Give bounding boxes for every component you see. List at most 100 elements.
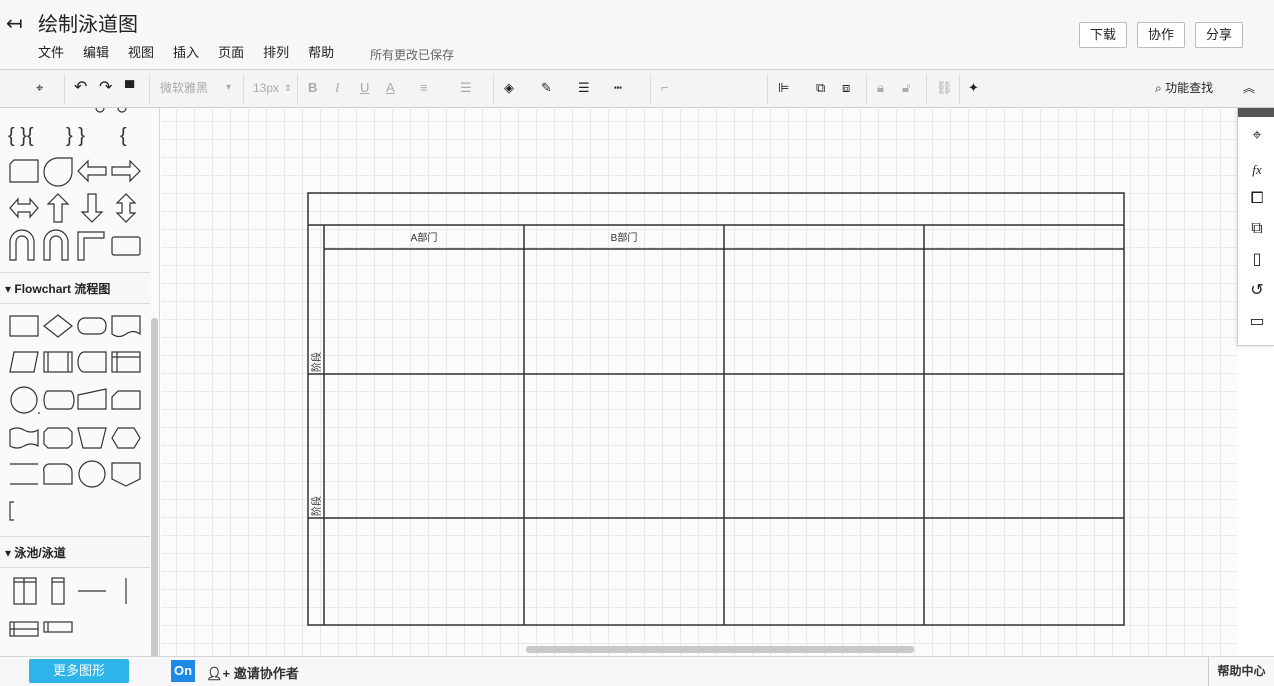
stepper-icon[interactable]: ⇕ bbox=[284, 78, 292, 98]
double-arrow-shape[interactable] bbox=[9, 197, 39, 219]
help-center-button[interactable]: 帮助中心 bbox=[1208, 656, 1274, 686]
sidebar-scrollbar[interactable] bbox=[151, 318, 158, 656]
on-badge[interactable]: On bbox=[171, 660, 195, 682]
swimlane-section-title: 泳池/泳道 bbox=[14, 546, 66, 560]
search-icon: ⌕ bbox=[1155, 81, 1162, 95]
underline-button[interactable]: U bbox=[360, 78, 369, 98]
pages-icon[interactable]: ⧉ bbox=[1246, 218, 1268, 240]
align-icon[interactable]: ≡ bbox=[420, 78, 428, 98]
undo-icon[interactable]: ↶ bbox=[74, 78, 87, 98]
link-icon[interactable]: ⛓︎ bbox=[936, 78, 953, 98]
data-shape[interactable] bbox=[9, 351, 39, 373]
flowchart-section-header[interactable]: ▾ Flowchart 流程图 bbox=[0, 272, 150, 304]
pool-lines bbox=[14, 578, 36, 604]
comment-icon[interactable]: ▭ bbox=[1246, 311, 1268, 333]
more-shapes-button[interactable]: 更多图形 bbox=[29, 659, 129, 683]
process-shape[interactable] bbox=[9, 315, 39, 337]
menu-page[interactable]: 页面 bbox=[218, 45, 244, 61]
format-painter-icon[interactable]: ▀ bbox=[125, 78, 134, 98]
invite-collaborator[interactable]: 👤︎+ 邀请协作者 bbox=[206, 663, 299, 682]
brace-shape[interactable]: { bbox=[120, 125, 127, 147]
left-arrow-shape[interactable] bbox=[77, 159, 107, 183]
connector-icon[interactable]: ⌐ bbox=[661, 78, 669, 98]
circle-shape[interactable] bbox=[78, 460, 106, 488]
manual-input-shape[interactable] bbox=[77, 388, 107, 410]
toolbar-divider bbox=[493, 74, 494, 104]
line-color-icon[interactable]: ✎ bbox=[541, 78, 552, 98]
italic-button[interactable]: I bbox=[335, 78, 339, 98]
canvas-horizontal-scrollbar[interactable] bbox=[526, 646, 914, 653]
font-size-select[interactable]: 13px bbox=[253, 78, 279, 98]
file-icon[interactable]: ▯ bbox=[1246, 249, 1268, 271]
bring-front-icon[interactable]: ⧉ bbox=[816, 78, 825, 98]
direct-data-shape[interactable] bbox=[43, 390, 75, 410]
formula-icon[interactable]: fx bbox=[1246, 159, 1268, 181]
share-button[interactable]: 分享 bbox=[1195, 22, 1243, 48]
page-size-icon[interactable]: ⧠ bbox=[1246, 188, 1268, 210]
menu-file[interactable]: 文件 bbox=[38, 45, 64, 61]
brace-shape[interactable]: } } bbox=[66, 125, 85, 147]
history-icon[interactable]: ↺ bbox=[1246, 280, 1268, 302]
right-arrow-shape[interactable] bbox=[111, 159, 141, 183]
download-button[interactable]: 下载 bbox=[1079, 22, 1127, 48]
collapse-toolbar-icon[interactable]: ︽ bbox=[1243, 78, 1255, 98]
card-shape[interactable] bbox=[111, 390, 141, 410]
annotation-lines-shape[interactable] bbox=[10, 463, 38, 485]
menu-help[interactable]: 帮助 bbox=[308, 45, 334, 61]
internal-storage-shape[interactable] bbox=[111, 351, 141, 373]
u-turn-shape[interactable] bbox=[9, 229, 35, 261]
updown-arrow-shape[interactable] bbox=[115, 193, 137, 223]
send-back-icon[interactable]: ⧈ bbox=[842, 78, 850, 98]
decision-shape[interactable] bbox=[43, 314, 73, 338]
manual-operation-shape[interactable] bbox=[77, 427, 107, 449]
brace-shape[interactable]: { }{ bbox=[8, 125, 34, 147]
card-shape[interactable] bbox=[9, 159, 39, 183]
stored-data-shape[interactable] bbox=[77, 351, 107, 373]
line-width-icon[interactable]: ☰ bbox=[578, 78, 590, 98]
menu-edit[interactable]: 编辑 bbox=[83, 45, 109, 61]
terminator-shape[interactable] bbox=[77, 317, 107, 335]
line-style-icon[interactable]: ┅ bbox=[614, 78, 622, 98]
u-turn-shape[interactable] bbox=[43, 229, 69, 261]
menu-arrange[interactable]: 排列 bbox=[263, 45, 289, 61]
chevron-down-icon: ▾ bbox=[226, 82, 232, 93]
down-arrow-shape[interactable] bbox=[80, 193, 104, 223]
toolbar-divider bbox=[926, 74, 927, 104]
menu-insert[interactable]: 插入 bbox=[173, 45, 199, 61]
corner-shape[interactable] bbox=[77, 231, 105, 261]
menu-view[interactable]: 视图 bbox=[128, 45, 154, 61]
rectangle-shape[interactable] bbox=[111, 236, 141, 256]
delay-shape[interactable] bbox=[43, 463, 73, 485]
off-page-shape[interactable] bbox=[111, 462, 141, 487]
punched-tape-shape[interactable] bbox=[9, 427, 39, 449]
collaborate-button[interactable]: 协作 bbox=[1137, 22, 1185, 48]
preparation-alt-shape[interactable] bbox=[43, 427, 73, 449]
feature-search-label: 功能查找 bbox=[1165, 81, 1214, 95]
document-shape[interactable] bbox=[111, 315, 141, 338]
redo-icon[interactable]: ↷ bbox=[99, 78, 112, 98]
format-select-icon[interactable]: ⌖ bbox=[36, 78, 43, 98]
invite-label: 邀请协作者 bbox=[233, 666, 299, 681]
up-arrow-shape[interactable] bbox=[46, 193, 70, 223]
caret-down-icon: ▾ bbox=[5, 546, 15, 560]
tear-shape[interactable] bbox=[43, 157, 73, 187]
navigator-icon[interactable]: ⌖ bbox=[1246, 125, 1268, 147]
drawing-canvas[interactable] bbox=[161, 109, 1237, 656]
annotation-shape[interactable] bbox=[9, 501, 14, 521]
document-title[interactable]: 绘制泳道图 bbox=[38, 12, 138, 38]
font-family-select[interactable]: 微软雅黑 bbox=[160, 78, 208, 98]
align-objects-icon[interactable]: ⊫ bbox=[778, 78, 789, 98]
line-spacing-icon[interactable]: ☰ bbox=[460, 78, 472, 98]
lock-icon[interactable]: 🔒︎ bbox=[877, 78, 884, 98]
preparation-shape[interactable] bbox=[111, 427, 141, 449]
magic-wand-icon[interactable]: ✦ bbox=[968, 78, 979, 98]
fill-color-icon[interactable]: ◈ bbox=[504, 78, 514, 98]
bold-button[interactable]: B bbox=[308, 78, 317, 98]
connector-shape[interactable] bbox=[10, 386, 38, 414]
font-color-button[interactable]: A bbox=[386, 78, 395, 98]
feature-search[interactable]: ⌕ 功能查找 bbox=[1155, 79, 1213, 97]
unlock-icon[interactable]: 🔓︎ bbox=[902, 78, 910, 98]
back-arrow-icon[interactable]: ↤ bbox=[6, 13, 26, 35]
panel-top-bar bbox=[1238, 108, 1274, 117]
swimlane-section-header[interactable]: ▾ 泳池/泳道 bbox=[0, 536, 150, 568]
